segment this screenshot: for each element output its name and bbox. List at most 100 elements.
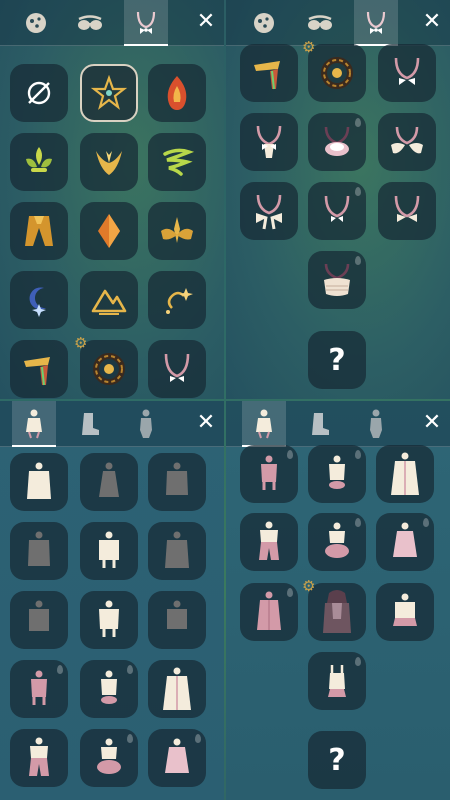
item-gray-short-robe[interactable] — [10, 591, 68, 649]
item-cream-romper[interactable] — [80, 660, 138, 718]
drop-badge-icon — [287, 588, 293, 597]
small-bow-necklace-icon — [324, 195, 350, 222]
neckwear-icon — [366, 11, 386, 34]
item-none[interactable] — [10, 64, 68, 122]
item-pink-dress[interactable] — [148, 729, 206, 787]
item-bloomers-outfit[interactable] — [308, 513, 366, 571]
gray-coat-icon — [166, 462, 188, 495]
item-ruffle-necklace[interactable] — [308, 113, 366, 171]
necklace-icon — [164, 353, 190, 382]
close-button[interactable]: ✕ — [418, 8, 446, 36]
item-cream-romper[interactable] — [308, 445, 366, 503]
tab-glasses[interactable] — [68, 0, 112, 45]
item-fleur-emblem[interactable] — [10, 133, 68, 191]
item-gear-emblem[interactable]: ⚙ — [74, 334, 138, 398]
tab-face[interactable] — [14, 0, 58, 45]
crystal-emblem-icon — [98, 214, 120, 248]
item-cape-emblem[interactable] — [10, 202, 68, 260]
item-scarf-necklace[interactable] — [240, 113, 298, 171]
item-hooded-cape[interactable]: ⚙ — [302, 577, 366, 641]
item-knit-scarf[interactable] — [308, 251, 366, 309]
moon-emblem-icon — [29, 287, 46, 317]
item-mountain-emblem[interactable] — [80, 271, 138, 329]
item-gear-emblem[interactable]: ⚙ — [302, 38, 366, 102]
gray-long-coat-icon — [165, 531, 189, 568]
event-gear-badge-icon: ⚙ — [74, 334, 88, 352]
item-prism-emblem[interactable] — [10, 340, 68, 398]
item-bloom-emblem[interactable] — [148, 202, 206, 260]
item-cream-skirt-outfit[interactable] — [376, 583, 434, 641]
drop-badge-icon — [195, 734, 201, 743]
wing-emblem-icon — [96, 151, 122, 175]
item-wing-emblem[interactable] — [80, 133, 138, 191]
item-unknown[interactable]: ? — [308, 731, 366, 789]
item-necklace[interactable] — [148, 340, 206, 398]
item-collar-necklace[interactable] — [378, 113, 436, 171]
item-gray-long-coat[interactable] — [148, 522, 206, 580]
drop-badge-icon — [127, 665, 133, 674]
item-swirl-emblem[interactable] — [148, 133, 206, 191]
glasses-icon — [308, 14, 332, 30]
tab-neckwear[interactable] — [124, 0, 168, 46]
tab-face[interactable] — [242, 0, 286, 45]
close-button[interactable]: ✕ — [192, 409, 220, 437]
item-prism-emblem[interactable] — [240, 44, 298, 102]
event-gear-badge-icon: ⚙ — [302, 577, 316, 595]
close-button[interactable]: ✕ — [418, 409, 446, 437]
gear-emblem-icon — [321, 57, 353, 89]
cream-romper-icon — [329, 455, 345, 489]
item-long-cloak[interactable] — [376, 445, 434, 503]
item-pants-outfit[interactable] — [10, 729, 68, 787]
tab-boots[interactable] — [298, 401, 342, 446]
tab-neckwear[interactable] — [354, 0, 398, 46]
item-bow-necklace[interactable] — [378, 44, 436, 102]
item-unknown[interactable]: ? — [308, 331, 366, 389]
tab-outfit[interactable] — [12, 401, 56, 447]
item-long-cloak[interactable] — [148, 660, 206, 718]
swirl-emblem-icon — [163, 148, 195, 176]
item-fire-emblem[interactable] — [148, 64, 206, 122]
question-icon: ? — [328, 742, 346, 778]
item-pink-suit[interactable] — [10, 660, 68, 718]
item-cream-shirt[interactable] — [80, 591, 138, 649]
item-pink-dress[interactable] — [376, 513, 434, 571]
body-icon — [140, 409, 152, 438]
long-cloak-icon — [163, 667, 191, 710]
prism-emblem-icon — [254, 61, 280, 90]
item-gray-dress[interactable] — [80, 453, 138, 511]
question-icon: ? — [328, 342, 346, 378]
item-bow-tie-necklace[interactable] — [378, 182, 436, 240]
item-cream-robe[interactable] — [10, 453, 68, 511]
pink-suit-icon — [261, 455, 277, 490]
item-pink-coat[interactable] — [240, 583, 298, 641]
neckwear-icon — [136, 11, 156, 34]
face-icon — [254, 12, 274, 33]
item-small-bow-necklace[interactable] — [308, 182, 366, 240]
item-big-bow-necklace[interactable] — [240, 182, 298, 240]
item-gray-robe[interactable] — [10, 522, 68, 580]
bloom-emblem-icon — [161, 217, 193, 243]
item-moon-emblem[interactable] — [10, 271, 68, 329]
knit-scarf-icon — [324, 263, 350, 296]
fleur-emblem-icon — [26, 147, 52, 172]
collar-necklace-icon — [391, 126, 423, 154]
item-pants-outfit[interactable] — [240, 513, 298, 571]
bow-necklace-icon — [394, 57, 420, 85]
item-bloomers-outfit[interactable] — [80, 729, 138, 787]
item-star-emblem[interactable] — [80, 64, 138, 122]
item-cream-tunic[interactable] — [80, 522, 138, 580]
item-gray-jacket[interactable] — [148, 591, 206, 649]
tab-body[interactable] — [124, 401, 168, 446]
close-button[interactable]: ✕ — [192, 8, 220, 36]
item-crystal-emblem[interactable] — [80, 202, 138, 260]
cream-shirt-icon — [99, 600, 119, 637]
drop-badge-icon — [423, 518, 429, 527]
item-pink-suit[interactable] — [240, 445, 298, 503]
item-gray-coat[interactable] — [148, 453, 206, 511]
pink-coat-icon — [257, 591, 281, 630]
tab-boots[interactable] — [68, 401, 112, 446]
tab-body[interactable] — [354, 401, 398, 446]
item-spark-emblem[interactable] — [148, 271, 206, 329]
item-overalls[interactable] — [308, 652, 366, 710]
tab-outfit[interactable] — [242, 401, 286, 447]
